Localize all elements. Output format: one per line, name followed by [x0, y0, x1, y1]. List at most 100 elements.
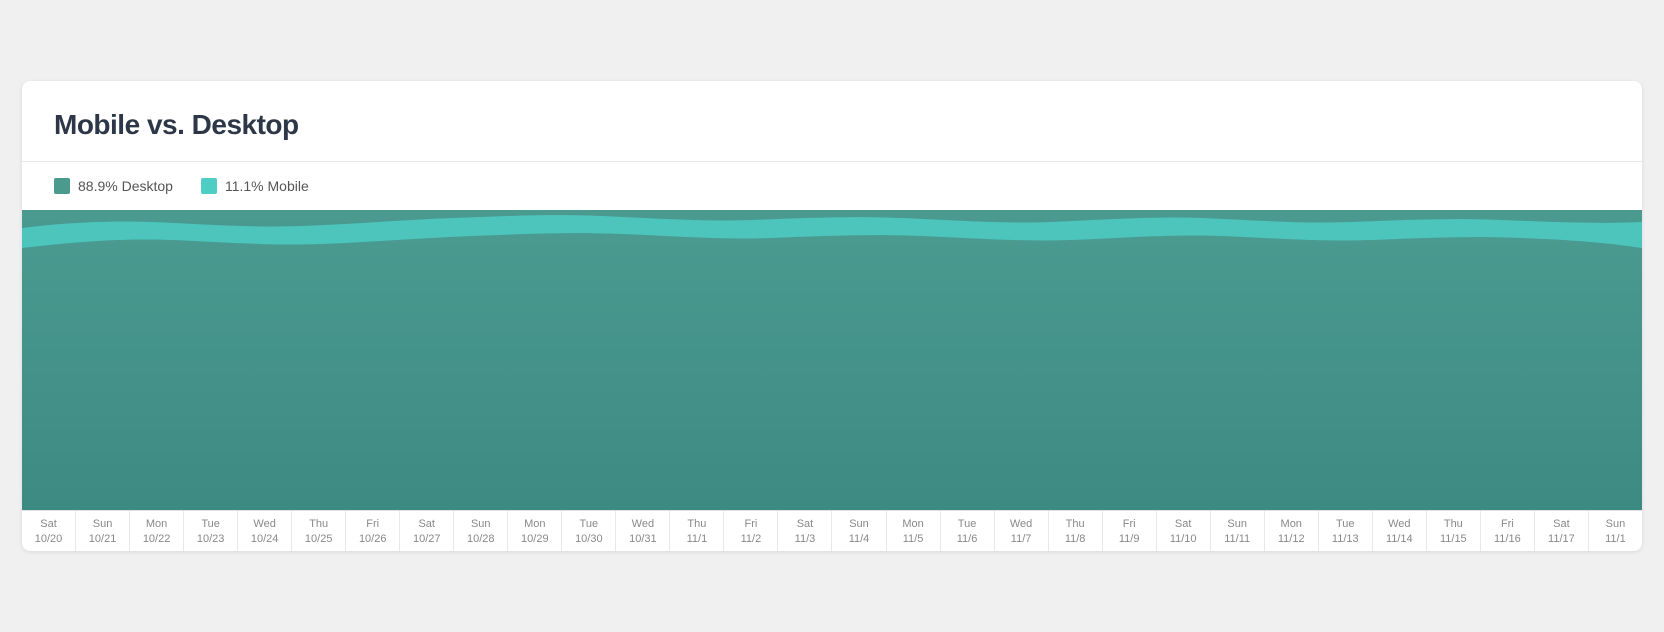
x-axis-date: 11/4 — [832, 532, 885, 547]
mobile-swatch — [201, 178, 217, 194]
x-axis-date: 11/13 — [1319, 532, 1372, 547]
x-axis-date: 10/28 — [454, 532, 507, 547]
x-axis-day: Sat — [400, 517, 453, 532]
x-axis-item: Sat 10/20 — [22, 511, 76, 552]
x-axis-day: Sun — [1211, 517, 1264, 532]
x-axis-item: Sat 11/10 — [1157, 511, 1211, 552]
x-axis-item: Mon 10/22 — [130, 511, 184, 552]
x-axis-day: Wed — [238, 517, 291, 532]
x-axis-day: Thu — [1427, 517, 1480, 532]
x-axis-item: Sun 10/21 — [76, 511, 130, 552]
desktop-swatch — [54, 178, 70, 194]
desktop-area — [22, 233, 1642, 510]
x-axis-date: 11/8 — [1049, 532, 1102, 547]
x-axis-date: 11/1 — [670, 532, 723, 547]
x-axis-day: Sun — [1589, 517, 1642, 532]
x-axis-day: Fri — [1103, 517, 1156, 532]
x-axis-item: Sat 10/27 — [400, 511, 454, 552]
x-axis-day: Mon — [1265, 517, 1318, 532]
x-axis-day: Tue — [184, 517, 237, 532]
x-axis-day: Sun — [76, 517, 129, 532]
x-axis-date: 10/27 — [400, 532, 453, 547]
x-axis-date: 10/30 — [562, 532, 615, 547]
x-axis-date: 10/26 — [346, 532, 399, 547]
x-axis-day: Sat — [778, 517, 831, 532]
x-axis-item: Wed 10/31 — [616, 511, 670, 552]
x-axis-day: Wed — [616, 517, 669, 532]
x-axis-item: Mon 11/5 — [887, 511, 941, 552]
x-axis-date: 10/22 — [130, 532, 183, 547]
x-axis-item: Sat 11/3 — [778, 511, 832, 552]
x-axis-day: Mon — [130, 517, 183, 532]
x-axis-item: Mon 10/29 — [508, 511, 562, 552]
x-axis-item: Sun 11/4 — [832, 511, 886, 552]
x-axis-date: 10/23 — [184, 532, 237, 547]
x-axis-date: 11/14 — [1373, 532, 1426, 547]
x-axis-date: 11/1 — [1589, 532, 1642, 547]
x-axis-item: Wed 11/7 — [995, 511, 1049, 552]
x-axis-date: 11/6 — [941, 532, 994, 547]
x-axis-item: Fri 11/16 — [1481, 511, 1535, 552]
x-axis-day: Sat — [1535, 517, 1588, 532]
x-axis-day: Tue — [562, 517, 615, 532]
x-axis-date: 10/25 — [292, 532, 345, 547]
x-axis-item: Thu 10/25 — [292, 511, 346, 552]
x-axis-date: 10/24 — [238, 532, 291, 547]
x-axis-date: 10/29 — [508, 532, 561, 547]
x-axis-day: Wed — [1373, 517, 1426, 532]
x-axis-item: Tue 10/30 — [562, 511, 616, 552]
x-axis-date: 11/10 — [1157, 532, 1210, 547]
x-axis-day: Sat — [22, 517, 75, 532]
x-axis-item: Wed 10/24 — [238, 511, 292, 552]
x-axis-date: 11/16 — [1481, 532, 1534, 547]
x-axis-item: Fri 11/2 — [724, 511, 778, 552]
x-axis-date: 11/17 — [1535, 532, 1588, 547]
x-axis-item: Thu 11/1 — [670, 511, 724, 552]
x-axis-date: 11/5 — [887, 532, 940, 547]
mobile-label: 11.1% Mobile — [225, 178, 309, 194]
desktop-label: 88.9% Desktop — [78, 178, 173, 194]
legend-mobile: 11.1% Mobile — [201, 178, 309, 194]
x-axis-day: Sat — [1157, 517, 1210, 532]
legend-desktop: 88.9% Desktop — [54, 178, 173, 194]
x-axis-day: Wed — [995, 517, 1048, 532]
x-axis-date: 10/31 — [616, 532, 669, 547]
card-title: Mobile vs. Desktop — [54, 109, 1610, 141]
x-axis-day: Sun — [832, 517, 885, 532]
x-axis-date: 11/9 — [1103, 532, 1156, 547]
x-axis-date: 10/20 — [22, 532, 75, 547]
x-axis-item: Sat 11/17 — [1535, 511, 1589, 552]
x-axis-date: 11/11 — [1211, 532, 1264, 547]
x-axis-item: Mon 11/12 — [1265, 511, 1319, 552]
x-axis-item: Thu 11/15 — [1427, 511, 1481, 552]
x-axis-item: Sun 11/1 — [1589, 511, 1642, 552]
x-axis-day: Thu — [1049, 517, 1102, 532]
x-axis-date: 11/3 — [778, 532, 831, 547]
x-axis-day: Thu — [292, 517, 345, 532]
x-axis-date: 10/21 — [76, 532, 129, 547]
x-axis-date: 11/7 — [995, 532, 1048, 547]
x-axis-day: Mon — [508, 517, 561, 532]
x-axis-day: Sun — [454, 517, 507, 532]
x-axis-item: Wed 11/14 — [1373, 511, 1427, 552]
x-axis-item: Tue 11/13 — [1319, 511, 1373, 552]
x-axis-day: Tue — [1319, 517, 1372, 532]
x-axis-date: 11/12 — [1265, 532, 1318, 547]
legend: 88.9% Desktop 11.1% Mobile — [22, 162, 1642, 210]
x-axis-day: Fri — [346, 517, 399, 532]
x-axis-day: Tue — [941, 517, 994, 532]
x-axis-day: Mon — [887, 517, 940, 532]
x-axis-item: Fri 10/26 — [346, 511, 400, 552]
x-axis-item: Fri 11/9 — [1103, 511, 1157, 552]
x-axis-date: 11/2 — [724, 532, 777, 547]
x-axis-item: Tue 10/23 — [184, 511, 238, 552]
x-axis-item: Sun 11/11 — [1211, 511, 1265, 552]
x-axis-day: Fri — [1481, 517, 1534, 532]
x-axis-item: Thu 11/8 — [1049, 511, 1103, 552]
chart-area — [22, 210, 1642, 510]
chart-card: Mobile vs. Desktop 88.9% Desktop 11.1% M… — [22, 81, 1642, 552]
x-axis-item: Tue 11/6 — [941, 511, 995, 552]
x-axis: Sat 10/20 Sun 10/21 Mon 10/22 Tue 10/23 … — [22, 510, 1642, 552]
card-header: Mobile vs. Desktop — [22, 81, 1642, 161]
x-axis-day: Thu — [670, 517, 723, 532]
